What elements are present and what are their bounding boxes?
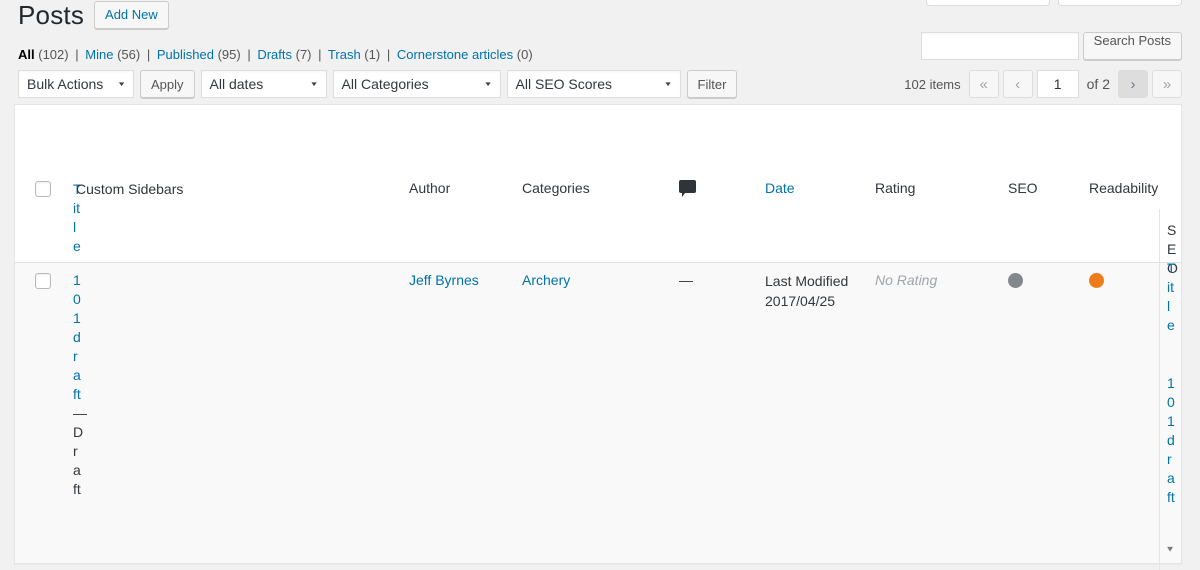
bulk-and-filters: Bulk Actions Apply All dates All Categor… (18, 70, 738, 98)
first-page-button[interactable]: « (968, 70, 999, 98)
category-filter-select[interactable]: All Categories (332, 70, 501, 98)
search-posts-button[interactable]: Search Posts (1082, 32, 1182, 60)
overflow-header: SEO Title (1160, 209, 1181, 366)
status-count-all: (102) (38, 47, 69, 62)
add-new-button[interactable]: Add New (94, 1, 169, 29)
status-count-mine: (56) (117, 47, 141, 62)
cell-categories[interactable]: Archery (522, 271, 570, 289)
post-status-links: All (102) | Mine (56) | Published (95) |… (18, 46, 533, 63)
posts-table: Title Custom Sidebars Author Categories … (14, 104, 1182, 570)
status-count-drafts: (7) (295, 47, 312, 62)
status-separator: | (318, 47, 322, 62)
column-date[interactable]: Date (765, 179, 795, 197)
tablenav-top: Bulk Actions Apply All dates All Categor… (18, 70, 1182, 100)
items-count: 102 items (904, 76, 961, 92)
status-count-cornerstone: (0) (516, 47, 533, 62)
page-title: Posts (18, 0, 85, 30)
column-readability: Readability (1089, 180, 1159, 196)
column-title[interactable]: Title Custom Sidebars (73, 180, 184, 254)
help-tab[interactable] (1058, 0, 1182, 6)
bulk-actions-select[interactable]: Bulk Actions (18, 70, 134, 98)
current-page-input[interactable]: 1 (1036, 70, 1079, 98)
scroll-caret-icon: ▼ (1165, 545, 1175, 554)
status-count-trash: (1) (364, 47, 381, 62)
total-pages-label: of 2 (1086, 76, 1110, 92)
apply-button[interactable]: Apply (140, 70, 195, 98)
cell-seo (1008, 271, 1023, 288)
status-separator: | (247, 47, 251, 62)
table-header-row: Title Custom Sidebars Author Categories … (15, 105, 1181, 263)
pagination-controls: 102 items « ‹ 1 of 2 › » (904, 70, 1182, 98)
column-rating: Rating (875, 180, 916, 196)
screen-options-tab[interactable] (926, 0, 1050, 6)
row-select-checkbox[interactable] (35, 273, 51, 289)
cell-date: Last Modified 2017/04/25 (765, 271, 848, 311)
status-link-cornerstone[interactable]: Cornerstone articles (397, 47, 513, 62)
cell-title: 101draft — Draft (73, 271, 87, 499)
status-separator: | (146, 47, 151, 62)
search-input[interactable] (920, 32, 1079, 60)
readability-score-dot-icon (1089, 273, 1104, 288)
cell-comments: — (679, 272, 693, 288)
screen-meta-tabs (926, 0, 1182, 6)
status-link-all[interactable]: All (18, 47, 35, 62)
date-label: Last Modified (765, 273, 849, 289)
column-comments[interactable] (679, 179, 696, 197)
overflow-header-title[interactable]: Title (1167, 259, 1177, 335)
post-status-suffix: — Draft (73, 405, 87, 497)
column-author[interactable]: Author (409, 179, 450, 197)
status-separator: | (75, 47, 79, 62)
comment-bubble-icon (679, 180, 696, 197)
overflow-body: 101draft (1160, 366, 1181, 570)
status-link-mine[interactable]: Mine (85, 47, 113, 62)
next-page-button[interactable]: › (1118, 70, 1148, 98)
page-header: Posts Add New (18, 0, 169, 30)
wp-admin-posts-screen: Posts Add New All (102) | Mine (56) | Pu… (0, 0, 1200, 570)
column-seo: SEO (1008, 180, 1038, 196)
last-page-button[interactable]: » (1152, 70, 1182, 98)
table-row: 101draft — Draft Jeff Byrnes Archery — L… (15, 263, 1181, 563)
search-form: Search Posts (920, 32, 1182, 60)
post-title-link[interactable]: 101draft (73, 271, 82, 404)
seo-score-filter-select[interactable]: All SEO Scores (506, 70, 681, 98)
prev-page-button[interactable]: ‹ (1002, 70, 1033, 98)
column-categories: Categories (522, 180, 590, 196)
status-separator: | (386, 47, 391, 62)
cell-author[interactable]: Jeff Byrnes (409, 271, 479, 289)
status-link-trash[interactable]: Trash (328, 47, 361, 62)
overflow-column: SEO Title 101draft (1159, 209, 1181, 570)
overflow-row-title[interactable]: 101draft (1167, 374, 1177, 507)
cell-rating: No Rating (875, 272, 938, 288)
column-title-overlap-text: Custom Sidebars (76, 181, 184, 197)
status-link-published[interactable]: Published (157, 47, 214, 62)
filter-button[interactable]: Filter (686, 70, 738, 98)
select-all-checkbox[interactable] (35, 181, 51, 197)
status-link-drafts[interactable]: Drafts (257, 47, 292, 62)
date-filter-select[interactable]: All dates (200, 70, 327, 98)
cell-readability (1089, 271, 1104, 288)
seo-score-dot-icon (1008, 273, 1023, 288)
status-count-published: (95) (217, 47, 241, 62)
date-value: 2017/04/25 (765, 293, 836, 309)
